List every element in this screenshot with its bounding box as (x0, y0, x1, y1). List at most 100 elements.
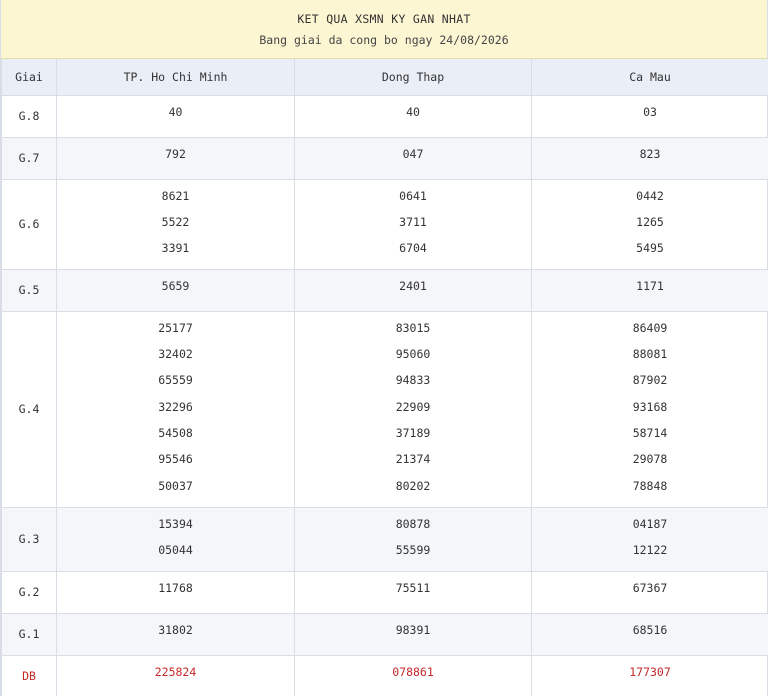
result-number: 87902 (632, 373, 668, 388)
table-row: G.6 8621 5522 3391 0641 3711 6704 0442 1265 5495 (1, 178, 768, 270)
column-header-province-1: TP. Ho Chi Minh (56, 59, 295, 96)
result-number: 54508 (158, 426, 193, 441)
result-number: 3391 (161, 241, 190, 256)
prize-label: G.4 (1, 310, 57, 508)
result-number: 12122 (632, 542, 668, 557)
result-number: 80878 (395, 516, 431, 531)
result-cell: 67367 (531, 570, 768, 614)
result-number: 83015 (395, 320, 431, 335)
result-number: 86409 (632, 320, 668, 335)
prize-label: G.2 (1, 570, 57, 614)
result-number: 792 (165, 146, 186, 161)
result-cell: 2401 (294, 268, 532, 312)
result-cell: 225824 (56, 654, 295, 696)
result-number: 80202 (395, 478, 431, 493)
result-number: 65559 (158, 373, 193, 388)
result-cell: 177307 (531, 654, 768, 696)
table-header-row: Giai TP. Ho Chi Minh Dong Thap Ca Mau (1, 59, 768, 96)
result-number: 94833 (395, 373, 431, 388)
result-number: 40 (406, 104, 420, 119)
result-number: 04187 (632, 516, 668, 531)
result-number: 177307 (629, 664, 671, 679)
result-cell: 823 (531, 136, 768, 180)
result-number: 29078 (632, 452, 668, 467)
result-number: 2401 (399, 278, 427, 293)
result-number: 8621 (161, 188, 190, 203)
prize-label: G.6 (1, 178, 57, 270)
result-cell: 68516 (531, 612, 768, 656)
result-cell: 25177 32402 65559 32296 54508 95546 50037 (56, 310, 295, 508)
result-cell: 98391 (294, 612, 532, 656)
result-number: 93168 (632, 399, 668, 414)
table-row: G.4 25177 32402 65559 32296 54508 95546 50037 83… (1, 310, 768, 508)
result-number: 40 (168, 104, 183, 119)
result-number: 25177 (158, 320, 193, 335)
prize-label: DB (1, 654, 57, 696)
result-cell: 078861 (294, 654, 532, 696)
result-number: 67367 (632, 580, 668, 595)
result-number: 21374 (395, 452, 431, 467)
prize-label: G.3 (1, 506, 57, 572)
table-row: G.1 31802 98391 68516 (1, 612, 768, 656)
result-number: 95546 (158, 452, 193, 467)
result-number: 32296 (158, 399, 193, 414)
result-number: 5659 (161, 278, 190, 293)
result-cell: 0442 1265 5495 (531, 178, 768, 270)
result-number: 68516 (632, 622, 668, 637)
result-cell: 1171 (531, 268, 768, 312)
result-number: 15394 (158, 516, 193, 531)
result-number: 0442 (636, 188, 664, 203)
result-number: 047 (402, 146, 424, 161)
result-cell: 83015 95060 94833 22909 37189 21374 80202 (294, 310, 532, 508)
result-number: 1265 (636, 214, 664, 229)
result-number: 0641 (399, 188, 427, 203)
prize-label: G.8 (1, 94, 57, 138)
result-number: 078861 (392, 664, 434, 679)
result-cell: 04187 12122 (531, 506, 768, 572)
result-number: 98391 (395, 622, 431, 637)
prize-label: G.7 (1, 136, 57, 180)
prize-label: G.5 (1, 268, 57, 312)
result-cell: 40 (56, 94, 295, 138)
column-header-prize: Giai (1, 59, 57, 96)
result-cell: 80878 55599 (294, 506, 532, 572)
result-number: 75511 (395, 580, 431, 595)
table-row: G.2 11768 75511 67367 (1, 570, 768, 614)
result-cell: 03 (531, 94, 768, 138)
table-row: G.7 792 047 823 (1, 136, 768, 180)
table-row: G.8 40 40 03 (1, 94, 768, 138)
result-number: 823 (639, 146, 661, 161)
result-cell: 40 (294, 94, 532, 138)
result-number: 05044 (158, 542, 193, 557)
result-number: 5495 (636, 241, 664, 256)
results-table: Giai TP. Ho Chi Minh Dong Thap Ca Mau G.… (1, 59, 768, 696)
result-number: 22909 (395, 399, 431, 414)
result-number: 6704 (399, 241, 427, 256)
column-header-province-2: Dong Thap (294, 59, 532, 96)
result-cell: 15394 05044 (56, 506, 295, 572)
result-cell: 75511 (294, 570, 532, 614)
result-cell: 792 (56, 136, 295, 180)
result-number: 5522 (161, 214, 190, 229)
result-number: 11768 (158, 580, 193, 595)
result-number: 31802 (158, 622, 193, 637)
table-row: G.5 5659 2401 1171 (1, 268, 768, 312)
results-panel: KET QUA XSMN KY GAN NHAT Bang giai da co… (0, 0, 768, 696)
result-cell: 047 (294, 136, 532, 180)
results-header: KET QUA XSMN KY GAN NHAT Bang giai da co… (1, 0, 767, 59)
prize-label: G.1 (1, 612, 57, 656)
table-row: G.3 15394 05044 80878 55599 04187 12122 (1, 506, 768, 572)
result-number: 55599 (395, 542, 431, 557)
result-number: 1171 (636, 278, 664, 293)
result-number: 225824 (154, 664, 197, 679)
result-number: 50037 (158, 478, 193, 493)
result-number: 58714 (632, 426, 668, 441)
results-body: G.8 40 40 03 G.7 792 047 823 G.6 8621 5522 3391 0641… (1, 94, 768, 696)
table-row: DB 225824 078861 177307 (1, 654, 768, 696)
result-number: 3711 (399, 214, 427, 229)
result-cell: 5659 (56, 268, 295, 312)
column-header-province-3: Ca Mau (531, 59, 768, 96)
result-number: 03 (643, 104, 657, 119)
result-cell: 0641 3711 6704 (294, 178, 532, 270)
result-number: 88081 (632, 346, 668, 361)
